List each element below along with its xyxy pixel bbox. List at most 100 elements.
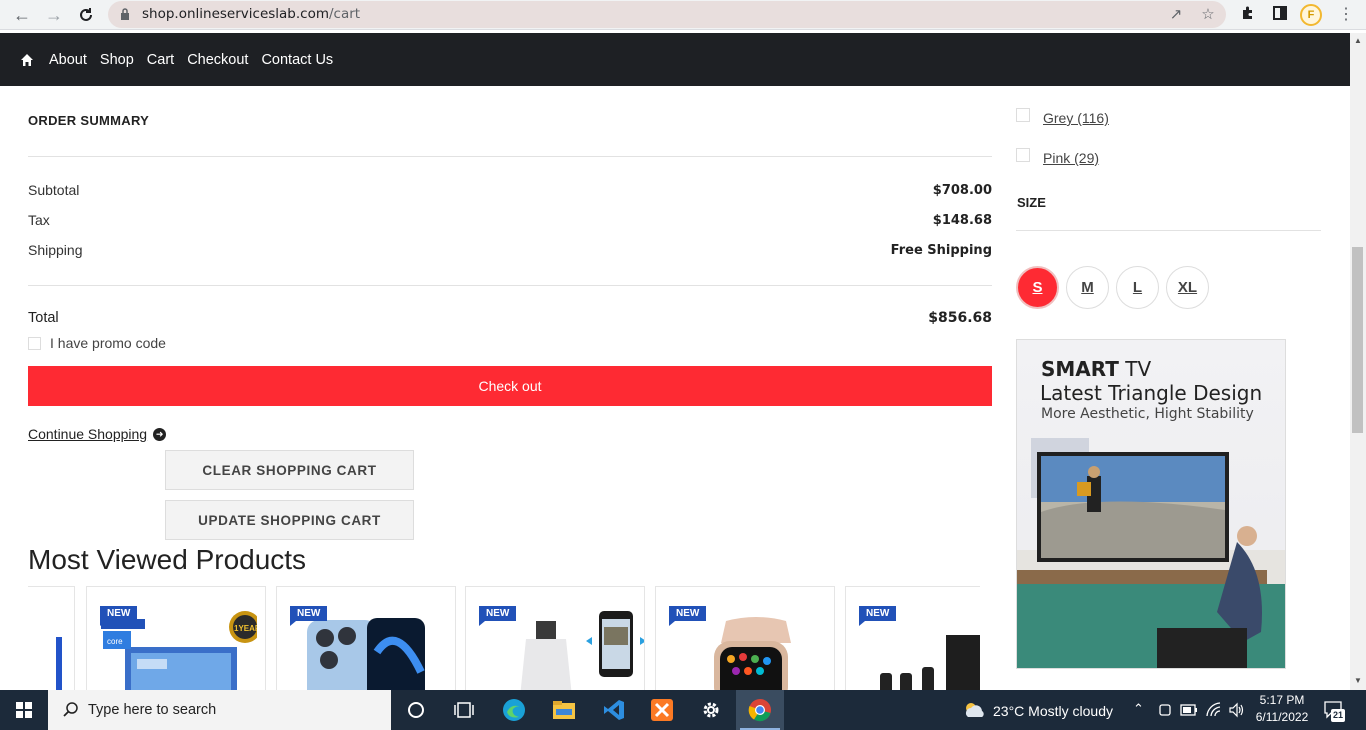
home-icon[interactable] [20,53,34,67]
profile-avatar[interactable]: F [1300,4,1322,26]
tax-value: $148.68 [932,213,992,228]
color-checkbox[interactable] [1016,148,1030,162]
site-navbar: About Shop Cart Checkout Contact Us [0,33,1350,86]
back-icon[interactable]: ← [11,4,33,26]
product-card[interactable] [28,586,75,690]
size-option-s[interactable]: S [1016,266,1059,309]
extensions-puzzle-icon[interactable] [1238,5,1258,25]
share-icon[interactable]: ↗ [1167,6,1185,24]
tax-label: Tax [28,212,50,228]
size-option-l[interactable]: L [1116,266,1159,309]
forward-icon[interactable]: → [43,4,65,26]
bulb-camera-product-image [520,611,644,690]
scroll-up-icon[interactable]: ▲ [1353,36,1363,46]
browser-toolbar: ← → shop.onlineserviceslab.com/cart ↗ ☆ … [0,0,1366,30]
bookmark-star-icon[interactable]: ☆ [1199,6,1217,24]
shipping-value: Free Shipping [890,243,992,258]
subtotal-label: Subtotal [28,182,80,198]
chrome-icon[interactable] [746,696,774,724]
cortana-icon[interactable] [402,696,430,724]
iphone-product-image [307,618,425,690]
banner-tagline: More Aesthetic, Hight Stability [1041,406,1254,422]
smart-tv-banner-image [1017,438,1285,668]
weather-cloud-icon[interactable] [962,701,986,719]
search-icon [63,702,78,717]
side-panel-icon[interactable] [1270,5,1290,25]
scroll-thumb[interactable] [1352,247,1363,433]
color-label: Pink (29) [1043,150,1100,166]
battery-icon[interactable] [1180,704,1198,716]
color-filter-grey[interactable]: Grey (116) [1016,108,1109,126]
product-card[interactable]: NEW [655,586,835,690]
divider [28,156,992,157]
size-option-m[interactable]: M [1066,266,1109,309]
clock-time: 5:17 PM [1259,693,1305,707]
nav-checkout[interactable]: Checkout [187,52,248,68]
order-summary-title: ORDER SUMMARY [28,113,150,128]
new-badge: NEW [669,606,707,626]
file-explorer-icon[interactable] [550,696,578,724]
laptop-product-image [56,637,62,690]
product-card[interactable]: NEW [465,586,645,690]
continue-shopping-label: Continue Shopping [28,426,148,442]
shipping-label: Shipping [28,242,83,258]
task-view-icon[interactable] [450,696,478,724]
divider [1016,230,1321,231]
settings-gear-icon[interactable] [697,696,725,724]
divider [28,285,992,286]
smart-tv-banner[interactable]: SMART TV Latest Triangle Design More Aes… [1016,339,1286,669]
volume-icon[interactable] [1228,702,1246,718]
most-viewed-carousel: core 1YEAR NEW NEW NEW [28,586,980,690]
nav-shop[interactable]: Shop [100,52,134,68]
tray-chevron-up-icon[interactable]: ⌃ [1133,701,1144,717]
size-option-xl[interactable]: XL [1166,266,1209,309]
scroll-down-icon[interactable]: ▼ [1353,676,1363,686]
new-badge: NEW [479,606,517,626]
edge-browser-icon[interactable] [500,696,528,724]
total-value: $856.68 [928,310,992,326]
weather-text[interactable]: 23°C Mostly cloudy [993,703,1113,719]
clear-cart-button[interactable]: CLEAR SHOPPING CART [165,450,414,490]
notification-count: 21 [1331,709,1345,722]
nav-cart[interactable]: Cart [147,52,174,68]
new-badge: NEW [100,606,138,626]
banner-subheading: Latest Triangle Design [1040,381,1263,405]
taskbar-clock[interactable]: 5:17 PM 6/11/2022 [1252,692,1312,726]
notification-center-icon[interactable]: 21 [1322,698,1346,722]
windows-taskbar: Type here to search 23°C Mostly cloudy ⌃… [0,690,1366,730]
reload-icon[interactable] [75,4,97,26]
promo-code-toggle[interactable]: I have promo code [28,335,166,351]
checkout-button[interactable]: Check out [28,366,992,406]
nav-contact-us[interactable]: Contact Us [261,52,333,68]
meet-now-icon[interactable] [1158,703,1172,717]
wifi-icon[interactable] [1206,702,1222,718]
arrow-circle-right-icon: ➜ [153,427,167,441]
product-card[interactable]: NEW [845,586,980,690]
nav-about[interactable]: About [49,52,87,68]
vscode-icon[interactable] [600,696,628,724]
subtotal-value: $708.00 [932,183,992,198]
new-badge: NEW [859,606,897,626]
speaker-product-image [880,635,980,690]
banner-heading: SMART TV [1041,357,1152,381]
promo-checkbox[interactable] [28,336,41,350]
continue-shopping-link[interactable]: Continue Shopping ➜ [28,426,167,442]
xampp-icon[interactable] [648,696,676,724]
windows-start-icon[interactable] [0,690,48,730]
page-scrollbar[interactable]: ▲ ▼ [1350,33,1366,690]
browser-menu-icon[interactable]: ⋮ [1336,5,1356,25]
update-cart-button[interactable]: UPDATE SHOPPING CART [165,500,414,540]
smartwatch-product-image [714,617,791,690]
color-checkbox[interactable] [1016,108,1030,122]
total-label: Total [28,310,59,326]
product-card[interactable]: core 1YEAR NEW [86,586,266,690]
svg-text:1YEAR: 1YEAR [234,624,257,633]
color-filter-pink[interactable]: Pink (29) [1016,148,1100,166]
taskbar-search-input[interactable]: Type here to search [48,690,391,730]
size-filter-title: SIZE [1017,195,1046,210]
color-label: Grey (116) [1043,110,1109,126]
product-card[interactable]: NEW [276,586,456,690]
address-bar[interactable]: shop.onlineserviceslab.com/cart ↗ ☆ [108,1,1226,28]
promo-label: I have promo code [50,335,166,351]
lock-icon [121,8,129,20]
